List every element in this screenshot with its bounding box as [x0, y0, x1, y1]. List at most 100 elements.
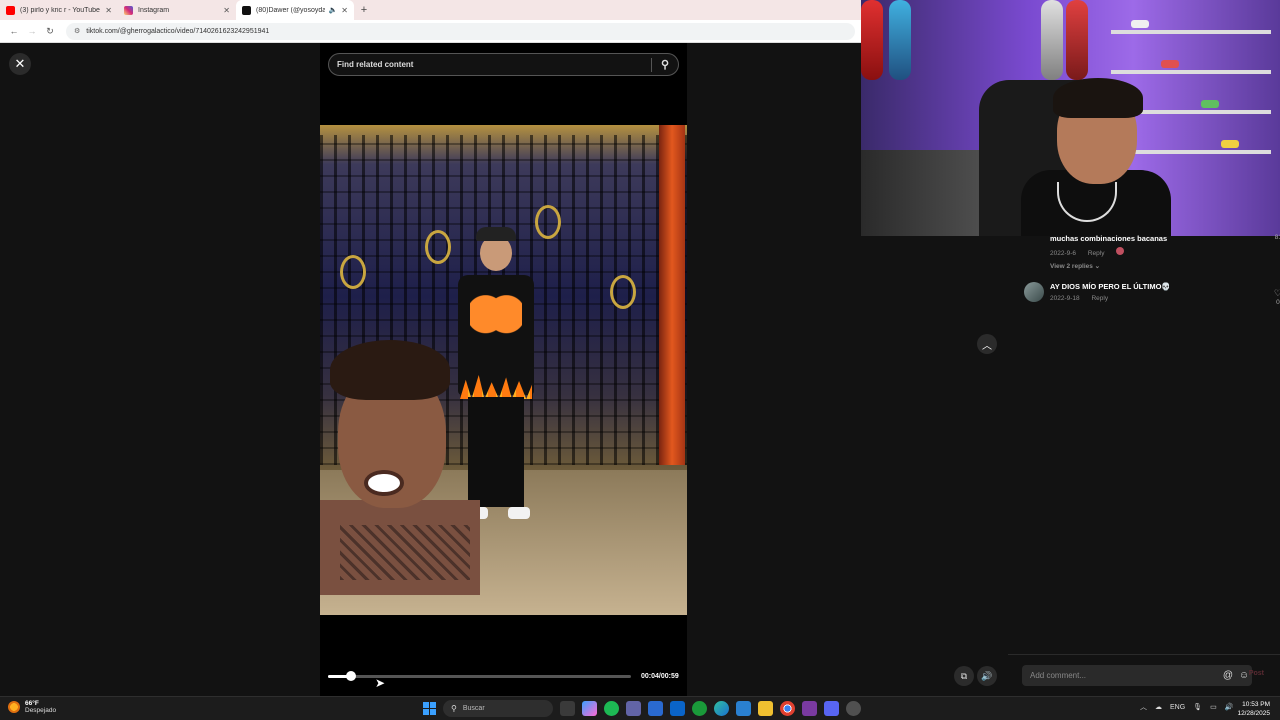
- related-search-input[interactable]: Find related content ⚲: [328, 53, 679, 76]
- view-replies-button[interactable]: View 2 replies ⌄: [1050, 262, 1280, 270]
- cap: [476, 227, 516, 241]
- spotify-icon[interactable]: [604, 701, 619, 716]
- skateboard-deck: [889, 0, 911, 80]
- tab-instagram[interactable]: Instagram ✕: [118, 0, 236, 20]
- mention-icon[interactable]: @: [1220, 670, 1236, 681]
- back-arrow-icon[interactable]: ←: [6, 26, 22, 36]
- post-button[interactable]: Post: [1249, 670, 1264, 677]
- sneaker: [1131, 20, 1149, 28]
- store-icon[interactable]: [648, 701, 663, 716]
- tab-tiktok[interactable]: (80)Dawer (@yosoydawer) | 🔈 ✕: [236, 0, 354, 20]
- comment-date: 2022-9-18: [1050, 295, 1080, 302]
- comment-like[interactable]: ♡ 0: [1274, 288, 1280, 306]
- file-explorer-icon[interactable]: [758, 701, 773, 716]
- chevron-up-icon[interactable]: ︿: [1140, 702, 1147, 712]
- search-icon: ⚲: [451, 704, 457, 713]
- close-icon[interactable]: ✕: [341, 6, 348, 15]
- gate-ornament: [340, 255, 366, 289]
- tab-title: (3) pirlo y kric r - YouTube: [20, 6, 100, 14]
- like-count: 81: [1274, 234, 1280, 241]
- search-placeholder: Find related content: [337, 60, 414, 69]
- url-field[interactable]: ⚙ tiktok.com/@gherrogalactico/video/7140…: [66, 22, 855, 40]
- chrome-icon[interactable]: [780, 701, 795, 716]
- comment-text: muchas combinaciones bacanas: [1050, 234, 1168, 243]
- site-info-icon[interactable]: ⚙: [74, 27, 80, 35]
- comment-like[interactable]: 81: [1275, 234, 1280, 241]
- taskbar-search[interactable]: ⚲ Buscar: [443, 700, 553, 717]
- butterfly-print: [470, 295, 522, 343]
- new-tab-button[interactable]: +: [356, 2, 372, 18]
- gate-ornament: [610, 275, 636, 309]
- tab-title: Instagram: [138, 6, 170, 14]
- onedrive-icon[interactable]: ☁: [1155, 703, 1162, 711]
- close-video-button[interactable]: ✕: [9, 53, 31, 75]
- close-icon[interactable]: ✕: [223, 6, 230, 15]
- taskbar-apps: [560, 701, 868, 716]
- reload-icon[interactable]: ↻: [42, 26, 58, 37]
- tattoo: [340, 525, 470, 580]
- video-player: Find related content ⚲ 00:04/00:59: [320, 43, 687, 696]
- task-view-icon[interactable]: [560, 701, 575, 716]
- copilot-icon[interactable]: [582, 701, 597, 716]
- comment-meta: 2022-9-6 Reply: [1050, 247, 1280, 257]
- speaker-icon[interactable]: 🔈: [329, 6, 338, 14]
- volume-icon[interactable]: 🔊: [1225, 703, 1234, 711]
- red-pillar: [659, 125, 685, 465]
- edge-icon[interactable]: [714, 701, 729, 716]
- clock-date: 12/28/2025: [1237, 710, 1270, 717]
- network-icon[interactable]: ▭: [1210, 703, 1217, 711]
- vscode-icon[interactable]: [736, 701, 751, 716]
- weather-temp: 66°F: [25, 700, 39, 707]
- screen: (3) pirlo y kric r - YouTube ✕ Instagram…: [0, 0, 1280, 720]
- floating-player-button[interactable]: ⧉: [954, 666, 974, 686]
- sun-icon: [8, 701, 20, 713]
- clock-time: 10:53 PM: [1242, 701, 1270, 708]
- progress-thumb[interactable]: [345, 671, 356, 681]
- reply-button[interactable]: Reply: [1091, 295, 1108, 302]
- instagram-icon: [124, 5, 133, 15]
- url-text: tiktok.com/@gherrogalactico/video/714026…: [86, 27, 270, 35]
- obs-icon[interactable]: [802, 701, 817, 716]
- commenter-avatar[interactable]: [1024, 282, 1044, 302]
- comment-input[interactable]: Add comment... @ ☺: [1022, 665, 1252, 686]
- xbox-icon[interactable]: [692, 701, 707, 716]
- video-frame[interactable]: [320, 125, 687, 615]
- outlook-icon[interactable]: [670, 701, 685, 716]
- forward-arrow-icon[interactable]: →: [24, 26, 40, 36]
- reply-button[interactable]: Reply: [1088, 250, 1105, 257]
- comment-placeholder: Add comment...: [1030, 671, 1087, 680]
- search-icon[interactable]: ⚲: [652, 58, 678, 71]
- taskbar-search-placeholder: Buscar: [462, 705, 485, 712]
- browser-tab-bar: (3) pirlo y kric r - YouTube ✕ Instagram…: [0, 0, 861, 20]
- teams-icon[interactable]: [626, 701, 641, 716]
- tiktok-icon: [242, 5, 251, 15]
- clock[interactable]: 10:53 PM 12/28/2025: [1237, 700, 1270, 718]
- shoe-shelf: [1111, 70, 1271, 74]
- windows-start-icon[interactable]: [423, 702, 436, 715]
- like-count: 0: [1276, 299, 1280, 306]
- webcam-overlay: [861, 0, 1280, 236]
- shoe-shelf: [1111, 30, 1271, 34]
- skateboard-deck: [1041, 0, 1063, 80]
- comments-panel: muchas combinaciones bacanas 2022-9-6 Re…: [1008, 234, 1280, 696]
- comment-bar: Add comment... @ ☺ Post: [1008, 654, 1280, 696]
- discord-icon[interactable]: [824, 701, 839, 716]
- tab-youtube[interactable]: (3) pirlo y kric r - YouTube ✕: [0, 0, 118, 20]
- volume-button[interactable]: 🔊: [977, 666, 997, 686]
- skateboard-deck: [1066, 0, 1088, 80]
- front-person: [320, 340, 485, 595]
- tiktok-page: ✕ Find related content ⚲ 00:04/00:59: [0, 43, 1008, 696]
- weather-widget[interactable]: 66°F Despejado: [8, 700, 56, 714]
- close-icon[interactable]: ✕: [105, 6, 112, 15]
- language-indicator[interactable]: ENG: [1170, 704, 1185, 711]
- taskbar: 66°F Despejado ⚲ Buscar ︿ ☁ ENG 🎙 ▭ 🔊 10…: [0, 696, 1280, 720]
- tab-title: (80)Dawer (@yosoydawer) |: [256, 6, 325, 14]
- scroll-up-button[interactable]: ︿: [977, 334, 997, 354]
- progress-bar[interactable]: [328, 671, 631, 681]
- comment-item: AY DIOS MÍO PERO EL ÚLTIMO💀 2022-9-18 Re…: [1024, 282, 1280, 306]
- heart-icon[interactable]: ♡: [1274, 288, 1280, 299]
- comment-text: AY DIOS MÍO PERO EL ÚLTIMO💀: [1050, 282, 1171, 291]
- address-bar: ← → ↻ ⚙ tiktok.com/@gherrogalactico/vide…: [0, 20, 861, 43]
- settings-icon[interactable]: [846, 701, 861, 716]
- mic-icon[interactable]: 🎙: [1193, 703, 1202, 711]
